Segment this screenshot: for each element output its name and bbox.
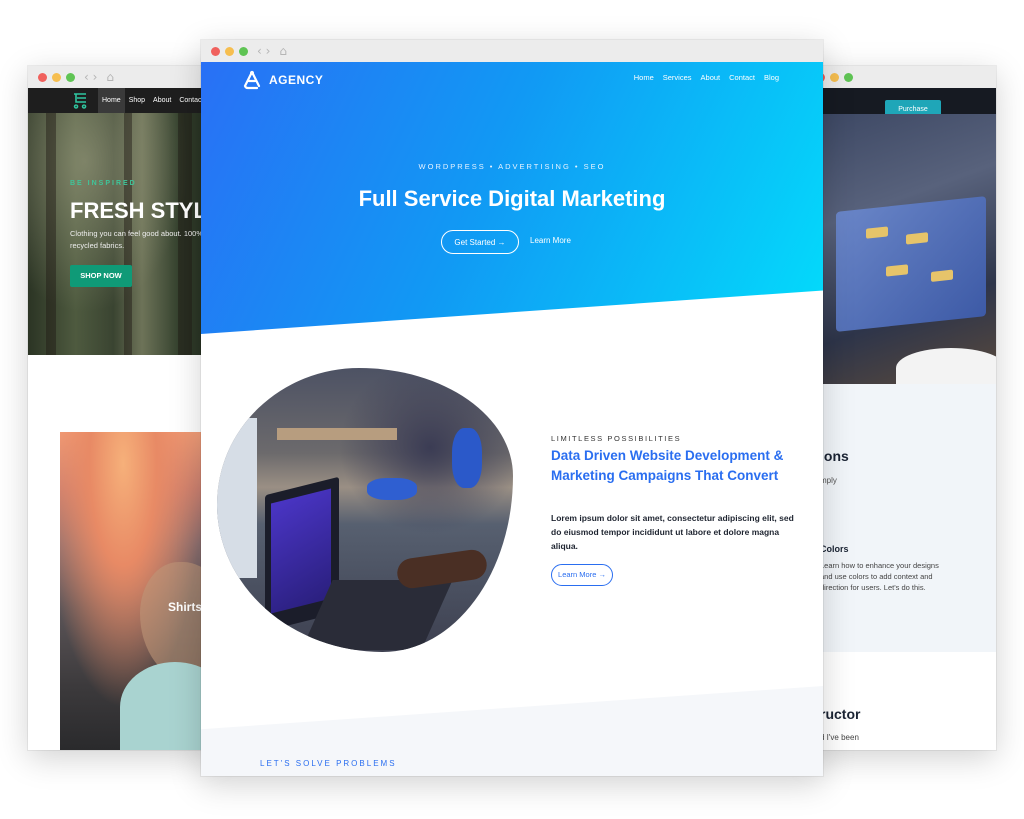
hand-shape <box>896 348 996 388</box>
agency-logo-icon <box>243 70 261 90</box>
shop-nav: Home Shop About Contact <box>98 88 207 113</box>
model-photo <box>60 432 218 750</box>
minimize-dot-icon[interactable] <box>225 46 234 56</box>
browser-chrome: ‹ › ⌂ <box>201 40 823 63</box>
nav-blog[interactable]: Blog <box>764 73 779 82</box>
laptop-hero-image <box>806 114 996 384</box>
nav-about[interactable]: About <box>701 73 721 82</box>
hero-headline: Full Service Digital Marketing <box>358 186 666 211</box>
nav-about[interactable]: About <box>149 88 175 113</box>
home-icon[interactable]: ⌂ <box>279 44 287 58</box>
instructor-heading: ructor <box>820 706 861 722</box>
nav-home[interactable]: Home <box>98 88 125 113</box>
section-body: Lorem ipsum dolor sit amet, consectetur … <box>551 513 794 551</box>
laptop-screen <box>836 196 986 332</box>
hero-kicker: BE INSPIRED <box>70 180 137 187</box>
close-dot-icon[interactable] <box>211 46 220 56</box>
center-browser-window: ‹ › ⌂ AGENCY Home Services About Contact… <box>201 40 823 776</box>
section-learn-more-button[interactable]: Learn More → <box>551 564 613 586</box>
minimize-dot-icon[interactable] <box>52 72 61 82</box>
maximize-dot-icon[interactable] <box>66 72 75 82</box>
section-kicker: LIMITLESS POSSIBILITIES <box>551 434 682 443</box>
photo-caption[interactable]: Shirts <box>168 600 202 614</box>
shop-logo-icon[interactable] <box>72 91 88 109</box>
main-nav: Home Services About Contact Blog <box>634 73 779 82</box>
nav-services[interactable]: Services <box>663 73 692 82</box>
section-heading: ions <box>820 448 849 464</box>
left-browser-window: ‹ › ⌂ Home Shop About Contact BE INSPIRE… <box>28 66 218 750</box>
maximize-dot-icon[interactable] <box>844 72 853 82</box>
agency-hero: AGENCY Home Services About Contact Blog … <box>201 62 823 334</box>
feature-heading: Colors <box>820 544 849 554</box>
get-started-button[interactable]: Get Started → <box>441 230 519 254</box>
back-forward-icon[interactable]: ‹ › <box>84 70 97 84</box>
minimize-dot-icon[interactable] <box>830 72 839 82</box>
hero-title: FRESH STYLE <box>70 198 218 223</box>
next-section-kicker: LET'S SOLVE PROBLEMS <box>260 759 397 768</box>
nav-contact[interactable]: Contact <box>729 73 755 82</box>
section-title: Data Driven Website Development & Market… <box>551 448 784 483</box>
hero-description: Clothing you can feel good about. 100% r… <box>70 229 204 250</box>
brand-name: AGENCY <box>269 73 324 87</box>
close-dot-icon[interactable] <box>38 72 47 82</box>
browser-chrome: ‹ › ⌂ <box>28 66 218 89</box>
shop-now-button[interactable]: SHOP NOW <box>70 265 132 287</box>
hero-tagline: WORDPRESS • ADVERTISING • SEO <box>418 162 606 171</box>
learn-more-link[interactable]: Learn More <box>530 236 571 245</box>
workspace-image <box>217 368 513 652</box>
nav-home[interactable]: Home <box>634 73 654 82</box>
feature-text: Learn how to enhance your designs and us… <box>820 561 939 592</box>
content-panel <box>806 384 996 652</box>
instructor-text: d I've been <box>820 733 859 742</box>
shop-topbar: Home Shop About Contact <box>28 88 218 113</box>
right-browser-window: Purchase ions mply Colors Learn how to e… <box>806 66 996 750</box>
home-icon[interactable]: ⌂ <box>106 70 114 84</box>
nav-shop[interactable]: Shop <box>125 88 149 113</box>
maximize-dot-icon[interactable] <box>239 46 248 56</box>
back-forward-icon[interactable]: ‹ › <box>257 44 270 58</box>
brand-logo[interactable]: AGENCY <box>241 70 323 90</box>
browser-chrome <box>806 66 996 89</box>
